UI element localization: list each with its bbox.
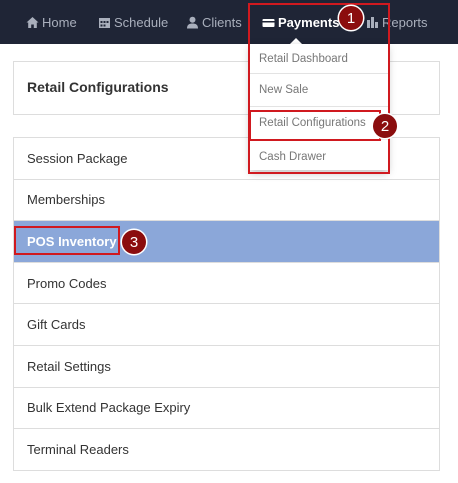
nav-payments[interactable]: Payments [262,0,349,44]
step-marker-1: 1 [339,6,363,30]
menu-item-gift-cards[interactable]: Gift Cards [14,304,439,346]
house-icon [26,16,39,29]
step-marker-2: 2 [373,114,397,138]
nav-home[interactable]: Home [26,0,77,44]
user-icon [186,16,199,29]
dropdown-item-new-sale[interactable]: New Sale [250,74,388,107]
bar-chart-icon [366,16,379,29]
menu-item-promo-codes[interactable]: Promo Codes [14,262,439,305]
config-menu-list: Session Package Memberships POS Inventor… [13,137,440,471]
nav-clients[interactable]: Clients [186,0,242,44]
nav-reports[interactable]: Reports [366,0,428,44]
credit-card-icon [262,16,275,29]
dropdown-item-cash-drawer[interactable]: Cash Drawer [250,140,388,173]
nav-schedule[interactable]: Schedule [98,0,168,44]
nav-home-label: Home [42,14,77,30]
calendar-icon [98,16,111,29]
menu-item-memberships[interactable]: Memberships [14,179,439,222]
dropdown-item-retail-dashboard[interactable]: Retail Dashboard [250,44,388,74]
page-title: Retail Configurations [27,79,169,95]
menu-item-retail-settings[interactable]: Retail Settings [14,345,439,388]
menu-item-pos-inventory[interactable]: POS Inventory [14,221,439,263]
menu-item-bulk-extend-package-expiry[interactable]: Bulk Extend Package Expiry [14,387,439,430]
top-navigation-bar: Home Schedule Clients Payments Reports [0,0,458,44]
nav-schedule-label: Schedule [114,14,169,30]
menu-item-terminal-readers[interactable]: Terminal Readers [14,429,439,471]
dropdown-item-retail-configurations[interactable]: Retail Configurations [250,107,388,140]
nav-reports-label: Reports [382,14,428,30]
nav-clients-label: Clients [202,14,242,30]
payments-dropdown-menu: Retail Dashboard New Sale Retail Configu… [250,44,388,170]
nav-payments-label: Payments [278,14,340,30]
step-marker-3: 3 [122,230,146,254]
